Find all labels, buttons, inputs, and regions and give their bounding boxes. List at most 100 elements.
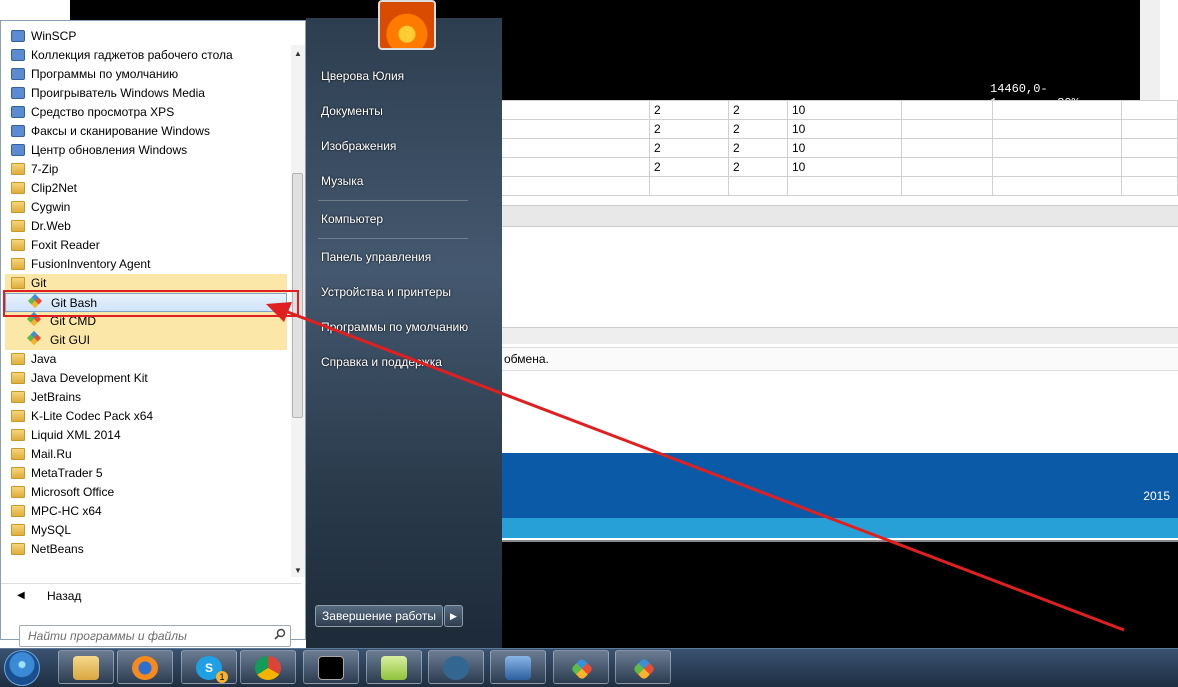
table-cell: 10 <box>787 138 902 158</box>
program-item[interactable]: MetaTrader 5 <box>5 464 287 483</box>
program-item[interactable]: Microsoft Office <box>5 483 287 502</box>
program-item[interactable]: Java <box>5 350 287 369</box>
folder-icon <box>11 201 25 213</box>
documents-link[interactable]: Документы <box>321 104 383 118</box>
folder-icon <box>11 524 25 536</box>
taskbar-notepadpp[interactable] <box>366 650 422 684</box>
folder-icon <box>11 543 25 555</box>
program-item[interactable]: Факсы и сканирование Windows <box>5 122 287 141</box>
program-item[interactable]: Git GUI <box>5 330 287 350</box>
program-label: WinSCP <box>31 29 77 43</box>
shutdown-options-icon[interactable]: ▶ <box>444 605 463 627</box>
program-item[interactable]: FusionInventory Agent <box>5 255 287 274</box>
program-item[interactable]: K-Lite Codec Pack x64 <box>5 407 287 426</box>
folder-icon <box>11 448 25 460</box>
program-label: K-Lite Codec Pack x64 <box>31 409 154 423</box>
back-label: Назад <box>47 589 82 603</box>
program-label: 7-Zip <box>31 162 59 176</box>
taskbar-cmd[interactable] <box>303 650 359 684</box>
console-area <box>500 540 1178 650</box>
fax-icon <box>11 125 25 137</box>
winscp-icon <box>11 30 25 42</box>
table-cell: 2 <box>728 157 788 177</box>
scroll-up-icon[interactable]: ▲ <box>294 49 302 58</box>
folder-icon <box>11 163 25 175</box>
program-item[interactable]: Foxit Reader <box>5 236 287 255</box>
taskbar-chrome[interactable] <box>240 650 296 684</box>
program-item[interactable]: WinSCP <box>5 27 287 46</box>
git-gui-icon <box>632 657 656 681</box>
panel-divider <box>500 205 1178 227</box>
shutdown-button[interactable]: Завершение работы <box>315 605 443 627</box>
default-programs-link[interactable]: Программы по умолчанию <box>321 320 468 334</box>
taskbar-git-gui[interactable] <box>553 650 609 684</box>
git-gui-icon <box>570 657 594 681</box>
windows-update-icon <box>11 144 25 156</box>
help-support-link[interactable]: Справка и поддержка <box>321 355 442 369</box>
taskbar-postgresql[interactable] <box>428 650 484 684</box>
search-input[interactable]: Найти программы и файлы <box>19 625 291 647</box>
start-button[interactable] <box>4 650 40 686</box>
program-item[interactable]: Java Development Kit <box>5 369 287 388</box>
program-item[interactable]: MPC-HC x64 <box>5 502 287 521</box>
table-cell: 2 <box>649 157 729 177</box>
folder-icon <box>11 258 25 270</box>
program-label: Mail.Ru <box>31 447 72 461</box>
program-item[interactable]: Центр обновления Windows <box>5 141 287 160</box>
program-label: Коллекция гаджетов рабочего стола <box>31 48 233 62</box>
panel-divider <box>500 327 1178 344</box>
program-label: Проигрыватель Windows Media <box>31 86 205 100</box>
table-row: 2 2 10 <box>500 138 1178 158</box>
back-button[interactable]: ◀ Назад <box>1 583 301 608</box>
back-arrow-icon: ◀ <box>17 590 25 601</box>
pictures-link[interactable]: Изображения <box>321 139 396 153</box>
music-link[interactable]: Музыка <box>321 174 363 188</box>
program-item[interactable]: Средство просмотра XPS <box>5 103 287 122</box>
program-label: JetBrains <box>31 390 82 404</box>
program-item[interactable]: 7-Zip <box>5 160 287 179</box>
folder-icon <box>11 410 25 422</box>
taskbar-network[interactable] <box>490 650 546 684</box>
program-item[interactable]: Программы по умолчанию <box>5 65 287 84</box>
user-name-link[interactable]: Цверова Юлия <box>321 69 404 83</box>
control-panel-link[interactable]: Панель управления <box>321 250 431 264</box>
taskbar-skype[interactable]: S1 <box>181 650 237 684</box>
program-item[interactable]: Liquid XML 2014 <box>5 426 287 445</box>
folder-icon <box>11 467 25 479</box>
folder-icon <box>11 353 25 365</box>
blue-strip <box>500 518 1178 538</box>
xps-viewer-icon <box>11 106 25 118</box>
program-label: Java Development Kit <box>31 371 148 385</box>
folder-icon <box>11 220 25 232</box>
program-item[interactable]: Коллекция гаджетов рабочего стола <box>5 46 287 65</box>
devices-printers-link[interactable]: Устройства и принтеры <box>321 285 451 299</box>
search-icon[interactable] <box>274 628 286 640</box>
program-label: Средство просмотра XPS <box>31 105 175 119</box>
program-label: Java <box>31 352 57 366</box>
table-cell: 2 <box>649 119 729 139</box>
taskbar-explorer[interactable] <box>58 650 114 684</box>
taskbar-git-gui-2[interactable] <box>615 650 671 684</box>
table-cell: 2 <box>728 100 788 120</box>
user-avatar[interactable] <box>378 0 436 50</box>
program-item[interactable]: JetBrains <box>5 388 287 407</box>
scroll-down-icon[interactable]: ▼ <box>294 566 302 575</box>
computer-link[interactable]: Компьютер <box>321 212 383 226</box>
gadgets-icon <box>11 49 25 61</box>
program-item[interactable]: Mail.Ru <box>5 445 287 464</box>
program-item[interactable]: Проигрыватель Windows Media <box>5 84 287 103</box>
program-label: Clip2Net <box>31 181 78 195</box>
git-icon <box>26 330 42 346</box>
year-label: 2015 <box>1143 489 1170 503</box>
firefox-icon <box>132 656 158 680</box>
program-item[interactable]: Dr.Web <box>5 217 287 236</box>
taskbar-firefox[interactable] <box>117 650 173 684</box>
program-item[interactable]: MySQL <box>5 521 287 540</box>
table-cell: 10 <box>787 157 902 177</box>
table-row: 2 2 10 <box>500 100 1178 120</box>
skype-badge: 1 <box>216 671 228 683</box>
program-item[interactable]: NetBeans <box>5 540 287 559</box>
program-item[interactable]: Cygwin <box>5 198 287 217</box>
table-cell: 2 <box>649 138 729 158</box>
program-item[interactable]: Clip2Net <box>5 179 287 198</box>
